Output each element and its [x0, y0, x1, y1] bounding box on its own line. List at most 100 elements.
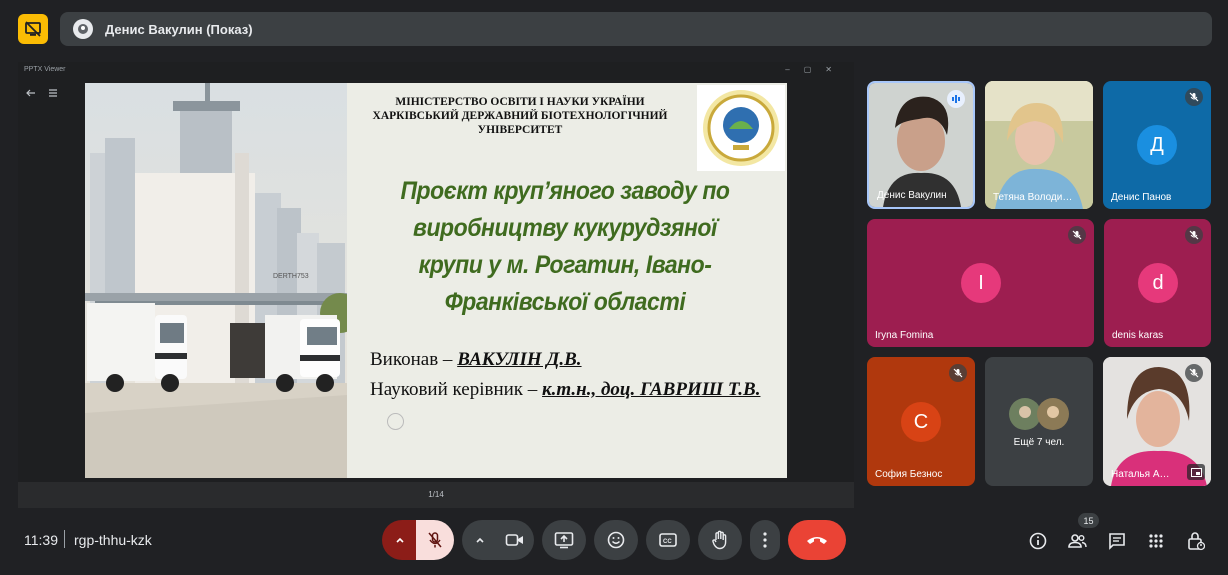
author-label: Виконав – — [370, 349, 458, 370]
present-screen-button[interactable] — [542, 520, 586, 560]
others-avatars — [1009, 398, 1069, 430]
mic-toggle-button[interactable] — [416, 520, 454, 560]
slide-title-line: виробництву кукурудзяної — [413, 214, 717, 242]
people-icon — [1068, 534, 1087, 548]
present-off-icon — [25, 21, 41, 37]
chat-icon — [1109, 533, 1125, 550]
more-participants-label: Ещё 7 чел. — [1013, 437, 1065, 448]
audio-wave-icon — [952, 95, 960, 103]
author-name: ВАКУЛІН Д.В. — [457, 349, 582, 370]
slide-title-line: Проєкт круп’яного заводу по — [400, 177, 730, 205]
mic-off-indicator — [1185, 226, 1203, 244]
participant-count-badge: 15 — [1078, 513, 1099, 528]
video-camera-icon — [505, 534, 523, 546]
participant-avatar: С — [901, 402, 941, 442]
speaking-indicator — [947, 90, 965, 108]
mic-off-icon — [1189, 230, 1199, 240]
truck-text: DERTH753 — [273, 273, 309, 280]
info-icon — [1029, 532, 1047, 550]
mic-off-icon — [1189, 368, 1199, 378]
meeting-code: rgp-thhu-kzk — [74, 532, 152, 548]
viewer-nav — [26, 88, 58, 98]
slide-title-line: Франківської області — [444, 288, 686, 316]
host-controls-button[interactable] — [1185, 530, 1207, 552]
participant-name: Денис Панов — [1111, 192, 1172, 203]
pip-icon[interactable] — [1187, 464, 1205, 480]
participant-name: Iryna Fomina — [875, 330, 934, 341]
mic-off-indicator — [1068, 226, 1086, 244]
svg-text:CC: CC — [663, 539, 672, 545]
slide-supervisor: Науковий керівник – к.т.н., доц. ГАВРИШ … — [370, 379, 760, 401]
present-screen-icon — [554, 532, 574, 549]
mic-off-indicator — [949, 364, 967, 382]
closed-captions-icon: CC — [659, 533, 677, 547]
smile-icon — [607, 531, 625, 549]
participant-tile[interactable]: Тетяна Володи… — [985, 81, 1093, 209]
stop-presenting-button[interactable] — [18, 14, 48, 44]
participant-video — [985, 81, 1093, 209]
more-options-button[interactable] — [750, 520, 780, 560]
chat-button[interactable] — [1106, 530, 1128, 552]
factory-photo: DERTH753 — [85, 83, 347, 478]
back-arrow-icon[interactable] — [26, 88, 36, 98]
chevron-up-icon — [476, 537, 484, 543]
presenter-avatar — [73, 19, 93, 39]
more-participants-tile[interactable]: Ещё 7 чел. — [985, 357, 1093, 486]
participant-name: Тетяна Володи… — [993, 192, 1073, 203]
bottom-toolbar: 11:39 rgp-thhu-kzk CC 15 — [0, 510, 1228, 575]
presenter-banner: Денис Вакулин (Показ) — [60, 12, 1212, 46]
meeting-info-button[interactable] — [1027, 530, 1049, 552]
participant-tile[interactable]: Наталья А… — [1103, 357, 1211, 486]
mic-off-icon — [1072, 230, 1082, 240]
supervisor-name: к.т.н., доц. ГАВРИШ Т.В. — [542, 379, 761, 400]
presentation-stage: PPTX Viewer –▢✕ DERTH753 МІНІСТЕРСТВО ОС… — [18, 62, 854, 508]
ministry-line: УНІВЕРСИТЕТ — [477, 124, 563, 136]
participant-tile[interactable]: d denis karas — [1104, 219, 1211, 347]
divider — [64, 530, 65, 548]
participant-avatar: I — [961, 263, 1001, 303]
participant-name: София Безнос — [875, 469, 943, 480]
meeting-time: 11:39 — [24, 532, 58, 548]
slide-ministry-heading: МІНІСТЕРСТВО ОСВІТИ І НАУКИ УКРАЇНИ ХАРК… — [355, 95, 685, 137]
slide: DERTH753 МІНІСТЕРСТВО ОСВІТИ І НАУКИ УКР… — [85, 83, 787, 478]
participant-name: denis karas — [1112, 330, 1164, 341]
hand-icon — [712, 530, 727, 550]
mic-off-icon — [1189, 92, 1199, 102]
camera-toggle-button[interactable] — [496, 520, 534, 560]
hang-up-icon — [807, 537, 827, 544]
camera-options-button[interactable] — [462, 520, 498, 560]
lock-person-icon — [1188, 532, 1205, 551]
participant-tile[interactable]: Денис Вакулин — [867, 81, 975, 209]
participant-tile[interactable]: I Iryna Fomina — [867, 219, 1094, 347]
slide-title-line: крупи у м. Рогатин, Івано- — [418, 251, 712, 279]
page-indicator: 1/14 — [428, 490, 444, 499]
chevron-up-icon — [396, 537, 404, 543]
presenter-name: Денис Вакулин (Показ) — [105, 21, 253, 37]
participant-tile[interactable]: Д Денис Панов — [1103, 81, 1211, 209]
slide-title: Проєкт круп’яного заводу по виробництву … — [386, 173, 745, 321]
mic-off-icon — [428, 532, 442, 548]
captions-button[interactable]: CC — [646, 520, 690, 560]
menu-icon[interactable] — [48, 88, 58, 98]
mic-off-indicator — [1185, 88, 1203, 106]
mic-options-button[interactable] — [382, 520, 418, 560]
university-logo — [697, 85, 785, 171]
participant-tile[interactable]: С София Безнос — [867, 357, 975, 486]
reactions-button[interactable] — [594, 520, 638, 560]
ministry-line: МІНІСТЕРСТВО ОСВІТИ І НАУКИ УКРАЇНИ — [395, 96, 645, 108]
window-controls: –▢✕ — [785, 65, 846, 74]
slide-author: Виконав – ВАКУЛІН Д.В. — [370, 349, 582, 371]
activities-button[interactable] — [1145, 530, 1167, 552]
viewer-title: PPTX Viewer — [24, 66, 66, 73]
raise-hand-button[interactable] — [698, 520, 742, 560]
apps-grid-icon — [1149, 534, 1163, 548]
mic-off-indicator — [1185, 364, 1203, 382]
more-vert-icon — [763, 532, 767, 548]
people-button[interactable] — [1066, 530, 1088, 552]
participant-name: Наталья А… — [1111, 469, 1170, 480]
mic-off-icon — [953, 368, 963, 378]
participant-avatar: d — [1138, 263, 1178, 303]
participant-name: Денис Вакулин — [877, 190, 947, 201]
supervisor-label: Науковий керівник – — [370, 379, 543, 400]
leave-call-button[interactable] — [788, 520, 846, 560]
